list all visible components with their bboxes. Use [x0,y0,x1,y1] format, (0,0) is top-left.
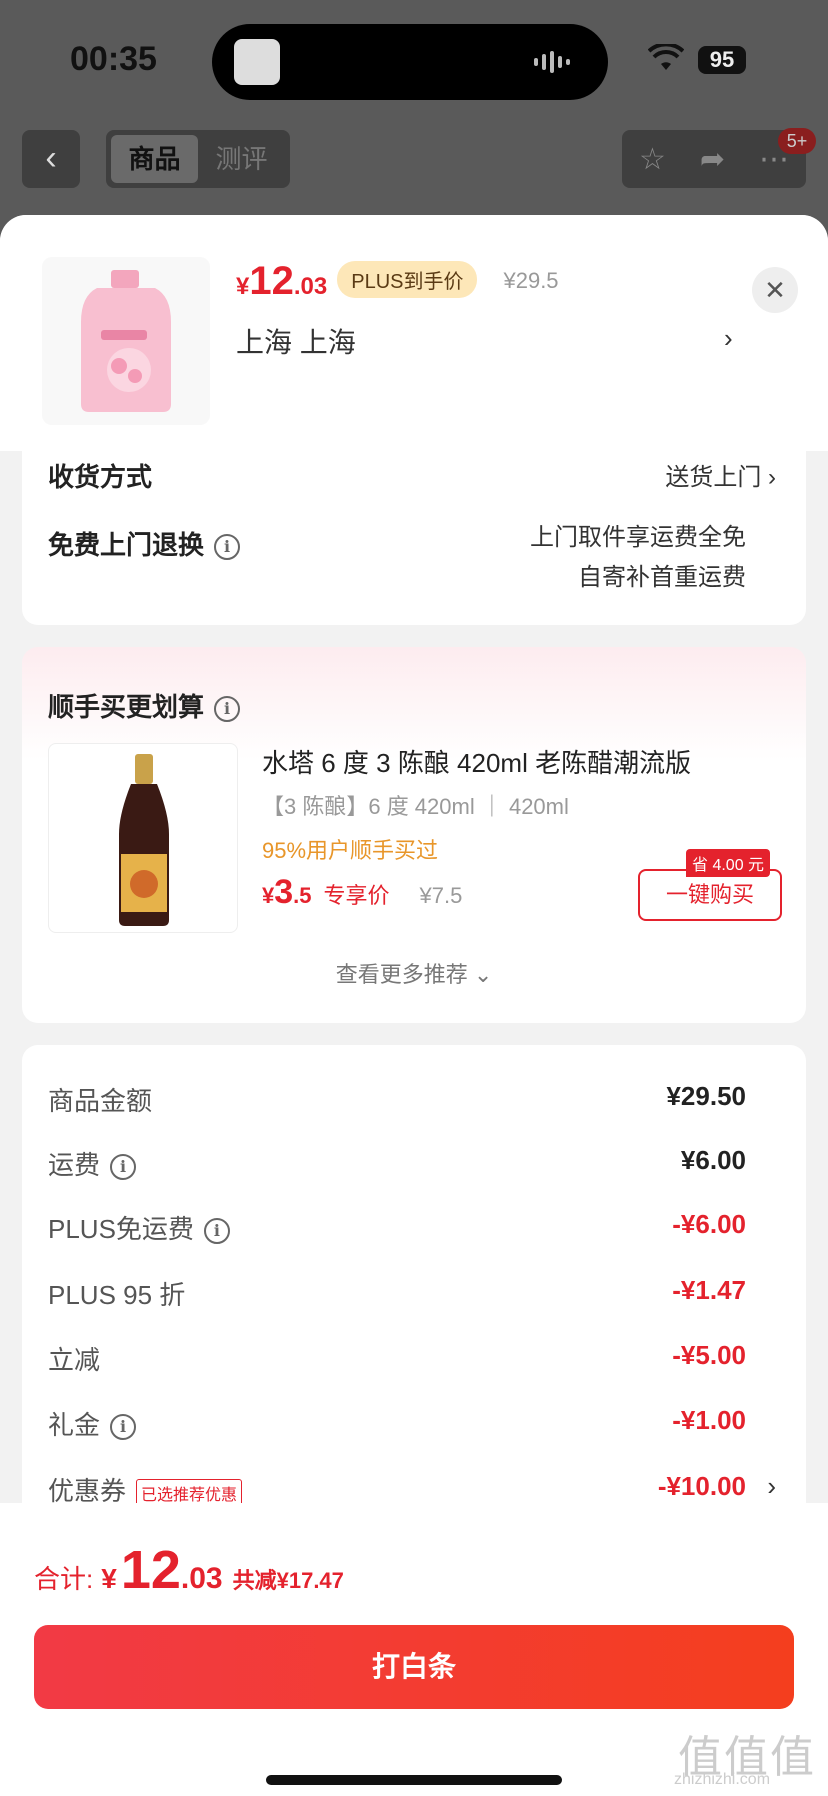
summary-label: PLUS 95 折 [48,1280,186,1310]
summary-value: -¥1.47 [672,1275,746,1305]
total-integer: 12 [120,1540,181,1600]
info-icon[interactable]: i [203,1218,230,1245]
chevron-right-icon[interactable]: › [767,1471,776,1502]
reco-product-name[interactable]: 水塔 6 度 3 陈酿 420ml 老陈醋潮流版 [262,743,691,780]
summary-row-shipping: 运费 i ¥6.00 [22,1145,806,1185]
reco-price-tag: 专享价 [323,883,390,908]
status-bar: 00:35 95 [0,0,828,120]
price-symbol: ¥ [236,273,250,300]
now-playing-thumbnail [234,39,280,85]
total-label: 合计: [34,1564,94,1594]
wifi-icon [648,44,684,70]
plus-price-tag: PLUS到手价 [337,261,478,298]
summary-label-text: 礼金 [48,1410,101,1440]
audio-wave-icon [534,50,580,74]
order-total: 合计: ¥ 12 .03 共减¥17.47 [34,1539,344,1601]
summary-label-text: PLUS免运费 [48,1214,194,1244]
battery-indicator: 95 [698,46,746,74]
tab-product[interactable]: 商品 [111,135,198,183]
nav-tabs: 商品 测评 [106,130,290,188]
summary-label: 礼金 i [48,1405,137,1442]
summary-label: 立减 [48,1345,101,1375]
reco-price-integer: 3 [274,873,294,911]
reco-product-spec: 【3 陈酿】6 度 420ml ｜ 420ml [262,794,569,819]
tab-review[interactable]: 测评 [198,135,285,183]
reco-price-row: ¥ 3 .5 专享价 ¥7.5 [262,873,462,912]
reco-title-text: 顺手买更划算 [48,692,205,722]
summary-value: -¥1.00 [672,1405,746,1435]
shipping-method-label: 收货方式 [48,462,153,492]
price-decimal: .03 [293,273,328,300]
summary-label: 运费 i [48,1145,137,1182]
summary-label-text: 优惠券 [48,1476,127,1506]
summary-row-goods: 商品金额 ¥29.50 [22,1081,806,1121]
info-icon[interactable]: i [110,1154,137,1181]
recommendation-card: 顺手买更划算 i 水塔 6 度 3 陈酿 420ml 老陈醋潮流版 【3 陈酿】6… [22,647,806,1023]
save-badge: 省 4.00 元 [686,849,771,877]
summary-row-plus-discount: PLUS 95 折 -¥1.47 [22,1275,806,1315]
free-return-label: 免费上门退换 i [48,525,241,562]
summary-label: PLUS免运费 i [48,1209,230,1246]
summary-value: ¥6.00 [680,1145,746,1175]
dynamic-island [212,24,608,100]
summary-row-plus-free-shipping: PLUS免运费 i -¥6.00 [22,1209,806,1249]
clock: 00:35 [70,40,157,78]
info-icon[interactable]: i [214,696,241,723]
price-integer: 12 [249,259,294,303]
summary-row-gift-money: 礼金 i -¥1.00 [22,1405,806,1445]
detergent-bottle-image [81,270,171,412]
product-header: ¥ 12 .03 PLUS到手价 ¥29.5 上海 上海 › ✕ [0,215,828,451]
home-indicator [266,1775,562,1785]
summary-value: -¥6.00 [672,1209,746,1239]
watermark-logo: zhizhizhi.com [674,1771,771,1788]
chevron-right-icon[interactable]: › [724,323,733,354]
reco-price-decimal: .5 [293,883,312,908]
info-icon[interactable]: i [110,1414,137,1441]
product-image [42,257,210,425]
shipping-method-value[interactable]: 送货上门 › [665,457,776,492]
reco-original-price: ¥7.5 [419,883,463,908]
summary-value: ¥29.50 [666,1081,746,1111]
reco-sold-hint: 95%用户顺手买过 [262,838,439,863]
close-button[interactable]: ✕ [752,267,798,313]
product-price-row: ¥ 12 .03 PLUS到手价 ¥29.5 [236,259,559,304]
summary-value: -¥10.00 [657,1471,746,1501]
reco-price-symbol: ¥ [262,883,275,908]
original-price: ¥29.5 [503,268,559,293]
total-symbol: ¥ [101,1563,117,1594]
summary-label-text: 运费 [48,1150,101,1180]
total-saved: 共减¥17.47 [232,1568,344,1593]
summary-value: -¥5.00 [672,1340,746,1370]
free-return-text: 免费上门退换 [48,530,205,560]
pay-with-baitiao-button[interactable]: 打白条 [34,1625,794,1709]
message-badge: 5+ [778,128,816,154]
info-icon[interactable]: i [214,534,241,561]
more-recommendations-link[interactable]: 查看更多推荐 ⌄ [22,957,806,989]
return-line-1: 上门取件享运费全免 [530,524,746,551]
reco-title: 顺手买更划算 i [48,687,241,724]
vinegar-bottle-image [119,754,169,926]
total-decimal: .03 [180,1562,223,1595]
share-icon[interactable]: ➦ [700,142,725,177]
back-button[interactable]: ‹ [22,130,80,188]
shipping-card: 收货方式 送货上门 › 免费上门退换 i 上门取件享运费全免 自寄补首重运费 [22,451,806,625]
checkout-footer: 合计: ¥ 12 .03 共减¥17.47 打白条 值值值 zhizhizhi.… [0,1503,828,1796]
summary-label: 商品金额 [48,1086,153,1116]
delivery-location[interactable]: 上海 上海 [236,321,356,361]
reco-product-image[interactable] [48,743,238,933]
star-icon[interactable]: ☆ [639,142,666,177]
return-line-2: 自寄补首重运费 [578,564,746,591]
summary-row-instant-off: 立减 -¥5.00 [22,1340,806,1380]
